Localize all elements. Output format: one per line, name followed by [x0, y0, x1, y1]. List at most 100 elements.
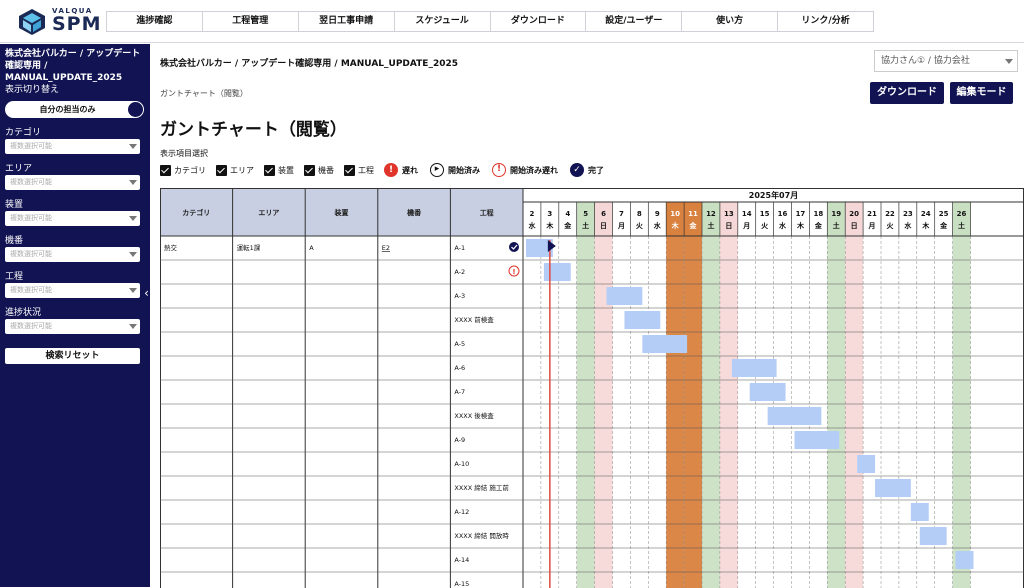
chevron-down-icon: [129, 144, 137, 149]
column-header: 装置: [334, 208, 349, 217]
day-number: 6: [601, 210, 606, 218]
table-cell: A-9: [454, 436, 465, 444]
gantt-bar[interactable]: [642, 335, 687, 353]
nav-item[interactable]: 使い方: [682, 12, 778, 31]
nav-item[interactable]: リンク/分析: [778, 12, 873, 31]
day-column-bg: [953, 236, 971, 588]
gantt-chart: カテゴリエリア装置機番工程2025年07月2水3木4金5土6日7月8火9水10木…: [160, 188, 1024, 588]
filter-select[interactable]: 複数選択可能: [5, 247, 140, 262]
display-option[interactable]: 工程: [344, 165, 374, 176]
day-column-bg: [720, 236, 738, 588]
top-bar: VALQUA SPM 進捗確認工程管理翌日工事申請スケジュールダウンロード設定/…: [0, 0, 1024, 43]
checkbox-checked-icon[interactable]: [216, 165, 227, 176]
gantt-bar[interactable]: [607, 287, 643, 305]
table-cell: A-5: [454, 340, 465, 348]
nav-item[interactable]: 進捗確認: [107, 12, 203, 31]
main-content: 株式会社バルカー / アップデート確認専用 / MANUAL_UPDATE_20…: [150, 44, 1024, 587]
edit-mode-button[interactable]: 編集モード: [950, 82, 1013, 104]
filter-label: 装置: [5, 200, 145, 210]
day-number: 16: [778, 210, 788, 218]
day-weekday: 土: [582, 221, 589, 230]
filter-select[interactable]: 複数選択可能: [5, 211, 140, 226]
nav-item[interactable]: 工程管理: [203, 12, 299, 31]
table-cell: A-6: [454, 364, 465, 372]
day-number: 20: [849, 210, 859, 218]
day-number: 26: [957, 210, 967, 218]
gantt-bar[interactable]: [875, 479, 911, 497]
filter-select[interactable]: 複数選択可能: [5, 319, 140, 334]
day-weekday: 水: [654, 221, 662, 230]
chevron-down-icon: [129, 324, 137, 329]
display-option[interactable]: 機番: [304, 165, 334, 176]
day-number: 14: [742, 210, 752, 218]
nav-item[interactable]: ダウンロード: [491, 12, 587, 31]
display-option[interactable]: 装置: [264, 165, 294, 176]
filter-placeholder: 複数選択可能: [10, 142, 52, 150]
legend-label: 開始済み: [448, 165, 480, 176]
day-header-bg: [684, 202, 702, 236]
display-option-label: 機番: [318, 165, 334, 176]
nav-item[interactable]: 翌日工事申請: [299, 12, 395, 31]
filter-label: 機番: [5, 236, 145, 246]
gantt-bar[interactable]: [768, 407, 822, 425]
table-cell: XXXX 後検査: [454, 411, 494, 420]
day-number: 15: [760, 210, 770, 218]
nav-item[interactable]: 設定/ユーザー: [586, 12, 682, 31]
chevron-down-icon: [1005, 59, 1013, 64]
filter-placeholder: 複数選択可能: [10, 250, 52, 258]
day-number: 24: [921, 210, 931, 218]
display-option[interactable]: エリア: [216, 165, 254, 176]
display-option[interactable]: カテゴリ: [160, 165, 206, 176]
nav-item[interactable]: スケジュール: [395, 12, 491, 31]
day-weekday: 木: [921, 221, 930, 230]
gantt-bar[interactable]: [920, 527, 947, 545]
filter-list: カテゴリ複数選択可能エリア複数選択可能装置複数選択可能機番複数選択可能工程複数選…: [5, 128, 145, 334]
chevron-down-icon: [129, 180, 137, 185]
day-column-bg: [577, 236, 595, 588]
gantt-bar[interactable]: [732, 359, 777, 377]
filter-select[interactable]: 複数選択可能: [5, 139, 140, 154]
company-select[interactable]: 協力さん① / 協力会社: [874, 50, 1018, 72]
filter-select[interactable]: 複数選択可能: [5, 283, 140, 298]
logo-mark-icon: [18, 9, 46, 35]
day-number: 8: [637, 210, 642, 218]
checkbox-checked-icon[interactable]: [160, 165, 171, 176]
checkbox-checked-icon[interactable]: [304, 165, 315, 176]
table-cell: A-3: [454, 292, 465, 300]
gantt-bar[interactable]: [544, 263, 571, 281]
day-weekday: 月: [742, 222, 750, 230]
gantt-bar[interactable]: [795, 431, 840, 449]
filter-select[interactable]: 複数選択可能: [5, 175, 140, 190]
day-weekday: 月: [868, 222, 876, 230]
day-column-bg: [702, 236, 720, 588]
toggle-knob: [128, 102, 143, 117]
day-number: 18: [813, 210, 823, 218]
gantt-bar[interactable]: [750, 383, 786, 401]
display-option-label: カテゴリ: [174, 165, 206, 176]
logo[interactable]: VALQUA SPM: [18, 7, 108, 37]
gantt-bar[interactable]: [956, 551, 974, 569]
day-header-bg: [845, 202, 863, 236]
checkbox-checked-icon[interactable]: [344, 165, 355, 176]
day-number: 11: [688, 210, 698, 218]
table-cell: A-7: [454, 388, 465, 396]
gantt-bar[interactable]: [624, 311, 660, 329]
mine-only-toggle[interactable]: 自分の担当のみ: [5, 101, 144, 118]
search-reset-button[interactable]: 検索リセット: [5, 348, 140, 364]
toggle-label: 自分の担当のみ: [5, 101, 144, 118]
chevron-down-icon: [129, 252, 137, 257]
day-header-bg: [595, 202, 613, 236]
download-button[interactable]: ダウンロード: [870, 82, 944, 104]
gantt-bar[interactable]: [857, 455, 875, 473]
day-weekday: 水: [904, 221, 912, 230]
table-cell[interactable]: E2: [382, 244, 390, 252]
day-weekday: 金: [814, 221, 823, 230]
sidebar: 株式会社バルカー / アップデート確認専用 / MANUAL_UPDATE_20…: [0, 44, 150, 587]
company-select-value: 協力さん① / 協力会社: [881, 56, 970, 66]
column-header: 機番: [407, 208, 422, 217]
day-number: 2: [530, 210, 535, 218]
checkbox-checked-icon[interactable]: [264, 165, 275, 176]
day-weekday: 火: [886, 222, 894, 230]
gantt-bar[interactable]: [911, 503, 929, 521]
sidebar-project: 株式会社バルカー / アップデート確認専用 / MANUAL_UPDATE_20…: [5, 48, 145, 84]
